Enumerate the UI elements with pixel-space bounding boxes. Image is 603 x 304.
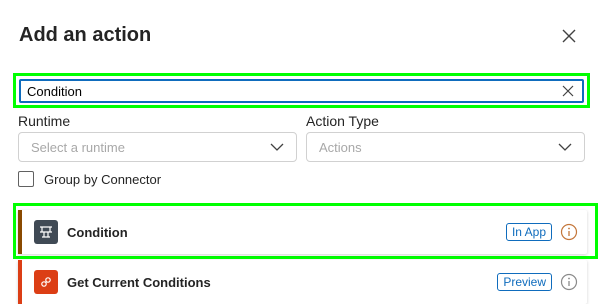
runtime-label: Runtime: [18, 113, 71, 129]
action-type-dropdown[interactable]: Actions: [306, 132, 585, 162]
info-icon: [560, 273, 578, 291]
group-by-connector-label: Group by Connector: [44, 171, 162, 187]
action-accent-bar: [18, 210, 22, 254]
action-item-condition[interactable]: Condition In App: [18, 210, 587, 254]
action-type-placeholder: Actions: [319, 139, 362, 155]
chevron-down-icon: [558, 143, 572, 151]
action-name: Condition: [67, 224, 128, 240]
panel-title: Add an action: [19, 24, 152, 46]
close-icon: [562, 29, 576, 43]
msn-weather-icon: [34, 270, 58, 294]
condition-icon: [34, 220, 58, 244]
preview-badge: Preview: [497, 273, 552, 291]
action-item-get-current-conditions[interactable]: Get Current Conditions Preview: [18, 260, 587, 304]
in-app-badge: In App: [505, 223, 552, 241]
info-button[interactable]: [560, 273, 578, 291]
info-icon: [560, 223, 578, 241]
search-box[interactable]: [19, 79, 584, 103]
group-by-connector-toggle[interactable]: Group by Connector: [18, 171, 161, 187]
group-by-connector-checkbox[interactable]: [18, 171, 34, 187]
action-name: Get Current Conditions: [67, 274, 211, 290]
close-button[interactable]: [556, 23, 582, 49]
search-input[interactable]: [21, 82, 554, 100]
action-type-label: Action Type: [306, 113, 379, 129]
runtime-placeholder: Select a runtime: [31, 139, 125, 155]
runtime-dropdown[interactable]: Select a runtime: [18, 132, 297, 162]
dismiss-icon: [562, 85, 574, 97]
action-accent-bar: [18, 260, 22, 304]
chevron-down-icon: [270, 143, 284, 151]
clear-search-button[interactable]: [554, 81, 582, 101]
info-button[interactable]: [560, 223, 578, 241]
